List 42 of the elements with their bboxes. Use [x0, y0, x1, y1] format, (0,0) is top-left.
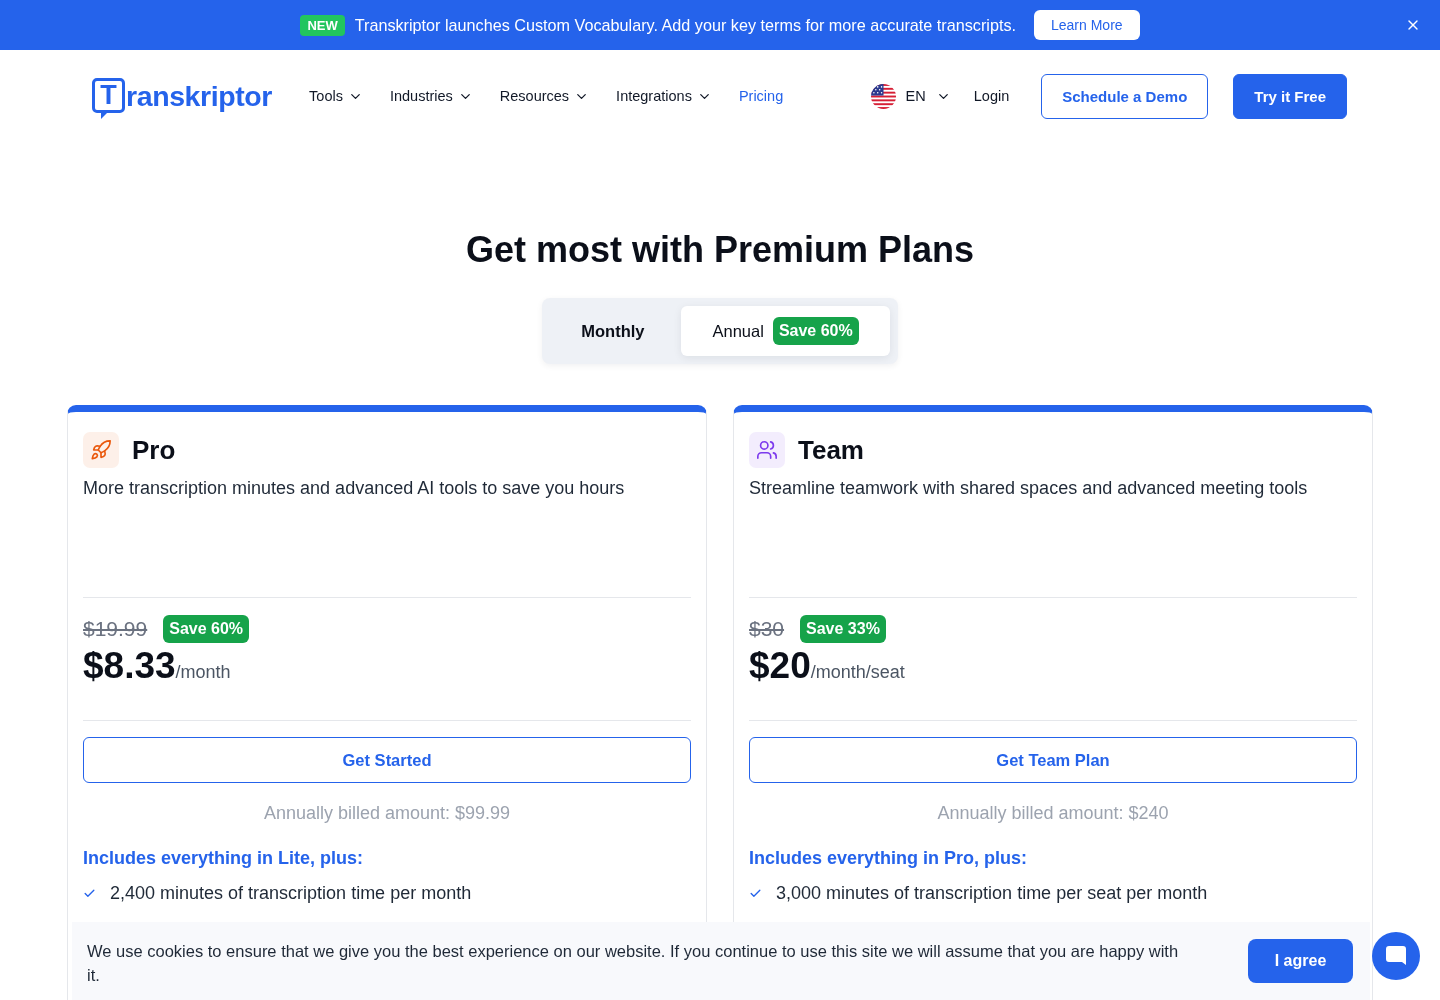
page-heading: Get most with Premium Plans	[465, 228, 975, 272]
try-free-button[interactable]: Try it Free	[1233, 73, 1347, 119]
plan-button[interactable]: Get Started	[83, 737, 691, 783]
chat-bubble-icon	[1385, 945, 1407, 967]
plan-price: $20	[749, 644, 811, 688]
nav-link[interactable]: Tools	[309, 88, 363, 104]
nav-link[interactable]: Industries	[389, 88, 473, 104]
nav-link[interactable]: Resources	[499, 88, 590, 104]
includes-heading: Includes everything in Pro, plus:	[749, 847, 1028, 870]
discount-badge: Save 33%	[800, 615, 886, 643]
plan-price: $8.33	[83, 644, 176, 688]
cookie-text: We use cookies to ensure that we give you the best experience on our website. If you continue to use this site we will assume that you are happy with it.	[87, 941, 1180, 986]
discount-badge: Save 60%	[163, 615, 250, 643]
nav-link[interactable]: Pricing	[738, 88, 784, 104]
original-price: $30	[749, 617, 785, 641]
price-period: /month	[175, 662, 231, 683]
feature-text: 3,000 minutes of transcription time per seat per month	[776, 882, 1208, 905]
learn-more-button[interactable]: Learn More	[1034, 10, 1140, 40]
price-period: /month/seat	[810, 662, 905, 683]
nav-link[interactable]: Integrations	[616, 88, 712, 104]
plan-button[interactable]: Get Team Plan	[749, 737, 1357, 783]
logo[interactable]: T ranskriptor	[92, 75, 273, 123]
flag-icon	[870, 83, 896, 109]
original-price: $19.99	[83, 617, 148, 641]
billing-note: Annually billed amount: $240	[937, 802, 1169, 824]
schedule-demo-button[interactable]: Schedule a Demo	[1041, 73, 1209, 119]
plan-name: Team	[798, 434, 864, 466]
plan-description: Streamline teamwork with shared spaces and advanced meeting tools	[749, 477, 1308, 500]
new-badge: NEW	[300, 14, 345, 36]
plan-description: More transcription minutes and advanced AI tools to save you hours	[83, 477, 625, 500]
billing-option[interactable]: Monthly	[550, 306, 681, 356]
billing-note: Annually billed amount: $99.99	[263, 802, 511, 824]
includes-heading: Includes everything in Lite, plus:	[83, 847, 364, 870]
language-selector[interactable]: EN	[870, 83, 951, 109]
feature-text: 2,400 minutes of transcription time per month	[110, 882, 472, 905]
login-link[interactable]: Login	[973, 88, 1010, 104]
discount-badge: Save 60%	[772, 317, 859, 345]
chat-button[interactable]	[1372, 932, 1420, 980]
agree-button[interactable]: I agree	[1248, 939, 1353, 983]
announcement-text: Transkriptor launches Custom Vocabulary. Add your key terms for more accurate transcripts.	[354, 15, 1016, 35]
billing-option[interactable]: Annual Save 60%	[680, 306, 890, 356]
plan-name: Pro	[132, 434, 176, 466]
